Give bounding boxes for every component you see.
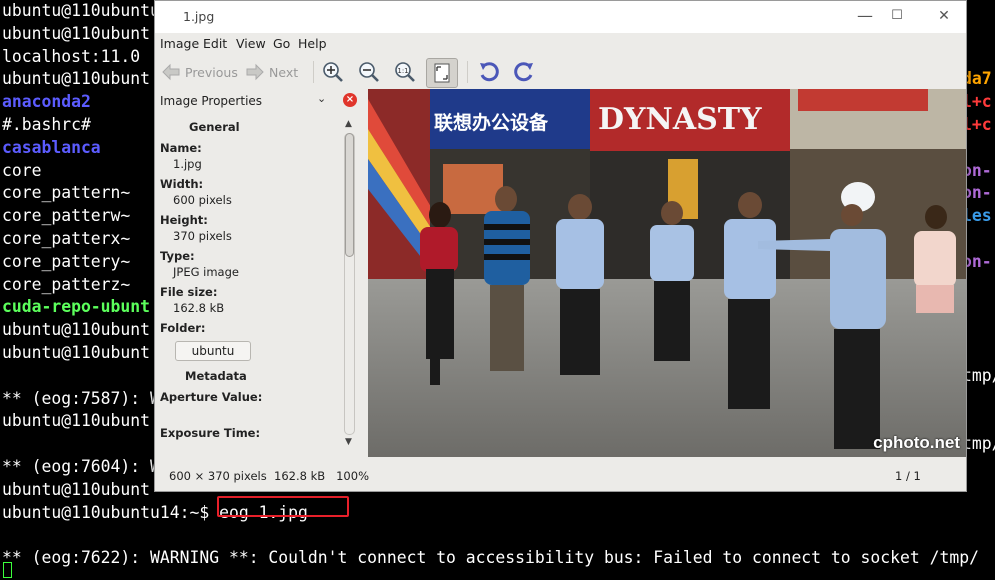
close-sidebar-icon[interactable]: × — [343, 93, 357, 107]
width-value: 600 pixels — [173, 193, 232, 207]
terminal-line: #.bashrc# — [2, 115, 91, 134]
next-label: Next — [269, 64, 299, 80]
scrollbar-thumb[interactable] — [345, 133, 354, 257]
terminal-cursor — [3, 562, 12, 578]
chevron-down-icon[interactable]: ⌄ — [317, 92, 326, 105]
status-bar: 600 × 370 pixels 162.8 kB 100% 1 / 1 — [155, 457, 966, 491]
aperture-label: Aperture Value: — [160, 390, 263, 404]
terminal-line: ubuntu@110ubunt — [2, 479, 151, 499]
terminal-line: core_pattern~ — [2, 183, 131, 203]
menu-help[interactable]: Help — [298, 36, 327, 51]
width-label: Width: — [160, 177, 204, 191]
filesize-label: File size: — [160, 285, 218, 299]
watermark-text: cphoto.net — [873, 433, 960, 452]
folder-label: Folder: — [160, 321, 206, 335]
status-image-info: 600 × 370 pixels 162.8 kB 100% — [169, 469, 369, 483]
terminal-line: ubuntu@110ubunt — [2, 320, 151, 340]
terminal-line: core — [2, 160, 42, 180]
zoom-out-button[interactable] — [357, 59, 381, 85]
minimize-button[interactable]: — — [851, 5, 879, 27]
svg-text:1:1: 1:1 — [397, 67, 408, 75]
name-label: Name: — [160, 141, 202, 155]
terminal-line: casablanca — [2, 137, 101, 157]
terminal-line: ** (eog:7622): WARNING **: Couldn't conn… — [2, 548, 979, 568]
rotate-left-button[interactable] — [477, 59, 501, 85]
zoom-original-icon: 1:1 — [393, 60, 417, 84]
height-value: 370 pixels — [173, 229, 232, 243]
menu-go[interactable]: Go — [273, 36, 290, 51]
maximize-button[interactable]: ☐ — [883, 5, 911, 27]
zoom-normal-button[interactable]: 1:1 — [393, 59, 417, 85]
terminal-line: ubuntu@110ubunt — [2, 23, 151, 43]
name-value: 1.jpg — [173, 157, 202, 171]
rotate-right-icon — [512, 60, 536, 84]
image-properties-sidebar: Image Properties ⌄ × General Name: 1.jpg… — [155, 89, 367, 457]
menu-bar: Image Edit View Go Help — [155, 33, 966, 55]
image-display[interactable]: 联想办公设备 DYNASTY cphoto.net — [368, 89, 966, 457]
terminal-line: localhost:11.0 — [2, 46, 141, 66]
menu-view[interactable]: View — [236, 36, 266, 51]
terminal-line: ** (eog:7604): W — [2, 457, 160, 476]
shop-sign-text: 联想办公设备 — [434, 111, 549, 134]
height-label: Height: — [160, 213, 208, 227]
scroll-up-icon[interactable]: ▲ — [345, 119, 352, 129]
terminal-line: core_pattery~ — [2, 251, 131, 271]
command-highlight-box — [217, 496, 349, 517]
exposure-label: Exposure Time: — [160, 426, 261, 440]
best-fit-button[interactable] — [426, 58, 458, 88]
title-bar[interactable]: 1.jpg — ☐ ✕ — [155, 1, 966, 33]
zoom-out-icon — [357, 60, 381, 84]
terminal-line: core_patterz~ — [2, 274, 131, 294]
section-general: General — [189, 120, 240, 134]
dynasty-sign-text: DYNASTY — [598, 102, 762, 137]
menu-image[interactable]: Image — [160, 36, 199, 51]
folder-button[interactable]: ubuntu — [175, 341, 251, 361]
menu-edit[interactable]: Edit — [203, 36, 227, 51]
section-metadata: Metadata — [185, 369, 247, 383]
arrow-left-icon — [161, 63, 181, 81]
status-page-count: 1 / 1 — [895, 469, 921, 483]
terminal-line: ** (eog:7587): W — [2, 388, 160, 408]
next-button[interactable]: Next — [245, 59, 298, 85]
window-title: 1.jpg — [183, 9, 215, 24]
toolbar-separator — [467, 61, 468, 83]
zoom-in-icon — [321, 60, 345, 84]
rotate-right-button[interactable] — [512, 59, 536, 85]
filesize-value: 162.8 kB — [173, 301, 225, 315]
type-label: Type: — [160, 249, 195, 263]
terminal-line: anaconda2 — [2, 92, 91, 112]
terminal-line: ubuntu@110ubunt — [2, 343, 151, 362]
scroll-down-icon[interactable]: ▼ — [345, 437, 352, 447]
previous-button[interactable]: Previous — [161, 59, 238, 85]
sidebar-scrollbar[interactable]: ▲ ▼ — [344, 119, 356, 447]
zoom-in-button[interactable] — [321, 59, 345, 85]
type-value: JPEG image — [173, 265, 239, 279]
rotate-left-icon — [477, 60, 501, 84]
terminal-line: core_patterx~ — [2, 229, 131, 248]
previous-label: Previous — [185, 64, 238, 80]
arrow-right-icon — [245, 63, 265, 81]
terminal-line: ubuntu@110ubunt — [2, 69, 151, 89]
best-fit-icon — [433, 63, 451, 83]
terminal-line: ubuntu@110ubuntu — [2, 1, 160, 20]
close-button[interactable]: ✕ — [930, 5, 958, 27]
street-photo: 联想办公设备 DYNASTY — [368, 89, 966, 457]
toolbar: Previous Next 1:1 — [155, 55, 966, 89]
terminal-line: cuda-repo-ubunt — [2, 297, 151, 317]
image-viewer-window[interactable]: 1.jpg — ☐ ✕ Image Edit View Go Help Prev… — [154, 0, 967, 492]
sidebar-title[interactable]: Image Properties — [160, 94, 262, 108]
terminal-line: ubuntu@110ubunt — [2, 411, 151, 431]
toolbar-separator — [313, 61, 314, 83]
terminal-line: core_patterw~ — [2, 206, 131, 226]
